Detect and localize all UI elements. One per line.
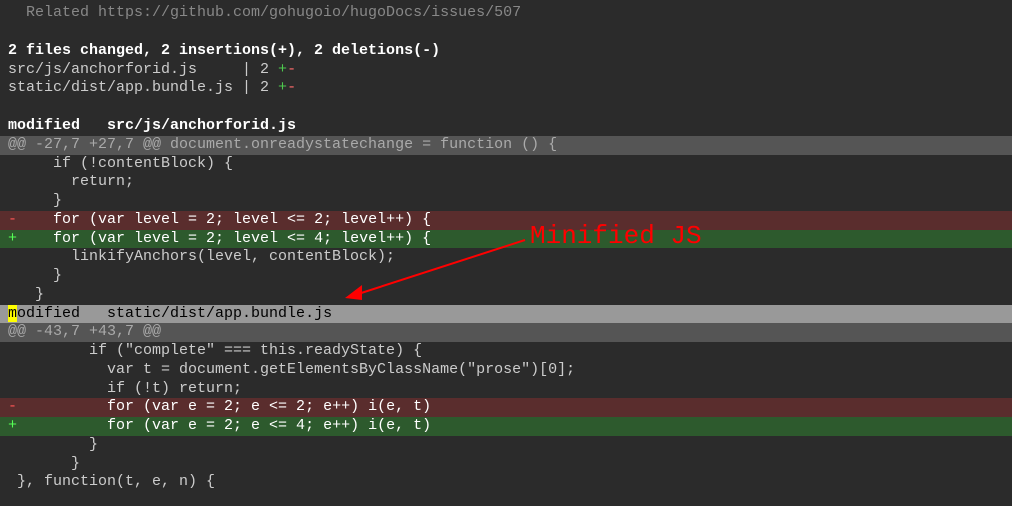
context-line: } <box>0 192 1012 211</box>
added-line: + for (var e = 2; e <= 4; e++) i(e, t) <box>0 417 1012 436</box>
blank <box>0 98 1012 117</box>
cursor: m <box>8 305 17 322</box>
context-line: var t = document.getElementsByClassName(… <box>0 361 1012 380</box>
removed-body: for (var e = 2; e <= 2; e++) i(e, t) <box>17 398 431 415</box>
plus-icon: + <box>278 79 287 96</box>
context-line: } <box>0 286 1012 305</box>
added-line: + for (var level = 2; level <= 4; level+… <box>0 230 1012 249</box>
context-line: } <box>0 455 1012 474</box>
plus-icon: + <box>8 417 17 434</box>
context-line: } <box>0 267 1012 286</box>
context-line: }, function(t, e, n) { <box>0 473 1012 492</box>
modified-header-1: modified src/js/anchorforid.js <box>0 117 1012 136</box>
diff-summary: 2 files changed, 2 insertions(+), 2 dele… <box>0 42 1012 61</box>
minus-icon: - <box>287 61 296 78</box>
filestat-1: src/js/anchorforid.js | 2 +- <box>0 61 1012 80</box>
minus-icon: - <box>8 398 17 415</box>
context-line: if ("complete" === this.readyState) { <box>0 342 1012 361</box>
added-body: for (var level = 2; level <= 4; level++)… <box>17 230 431 247</box>
modified-header-2: modified static/dist/app.bundle.js <box>0 305 1012 324</box>
context-line: return; <box>0 173 1012 192</box>
context-line: if (!contentBlock) { <box>0 155 1012 174</box>
hunk-header-1: @@ -27,7 +27,7 @@ document.onreadystatec… <box>0 136 1012 155</box>
hunk-header-2: @@ -43,7 +43,7 @@ <box>0 323 1012 342</box>
related-line: Related https://github.com/gohugoio/hugo… <box>0 4 1012 23</box>
annotation-label: Minified JS <box>530 220 702 253</box>
filestat-2-pre: static/dist/app.bundle.js | 2 <box>8 79 278 96</box>
filestat-1-pre: src/js/anchorforid.js | 2 <box>8 61 278 78</box>
plus-icon: + <box>278 61 287 78</box>
minus-icon: - <box>287 79 296 96</box>
filestat-2: static/dist/app.bundle.js | 2 +- <box>0 79 1012 98</box>
minus-icon: - <box>8 211 17 228</box>
removed-line: - for (var level = 2; level <= 2; level+… <box>0 211 1012 230</box>
blank <box>0 23 1012 42</box>
added-body: for (var e = 2; e <= 4; e++) i(e, t) <box>17 417 431 434</box>
plus-icon: + <box>8 230 17 247</box>
context-line: if (!t) return; <box>0 380 1012 399</box>
context-line: } <box>0 436 1012 455</box>
context-line: linkifyAnchors(level, contentBlock); <box>0 248 1012 267</box>
removed-body: for (var level = 2; level <= 2; level++)… <box>17 211 431 228</box>
modified-rest: odified static/dist/app.bundle.js <box>17 305 332 322</box>
removed-line: - for (var e = 2; e <= 2; e++) i(e, t) <box>0 398 1012 417</box>
